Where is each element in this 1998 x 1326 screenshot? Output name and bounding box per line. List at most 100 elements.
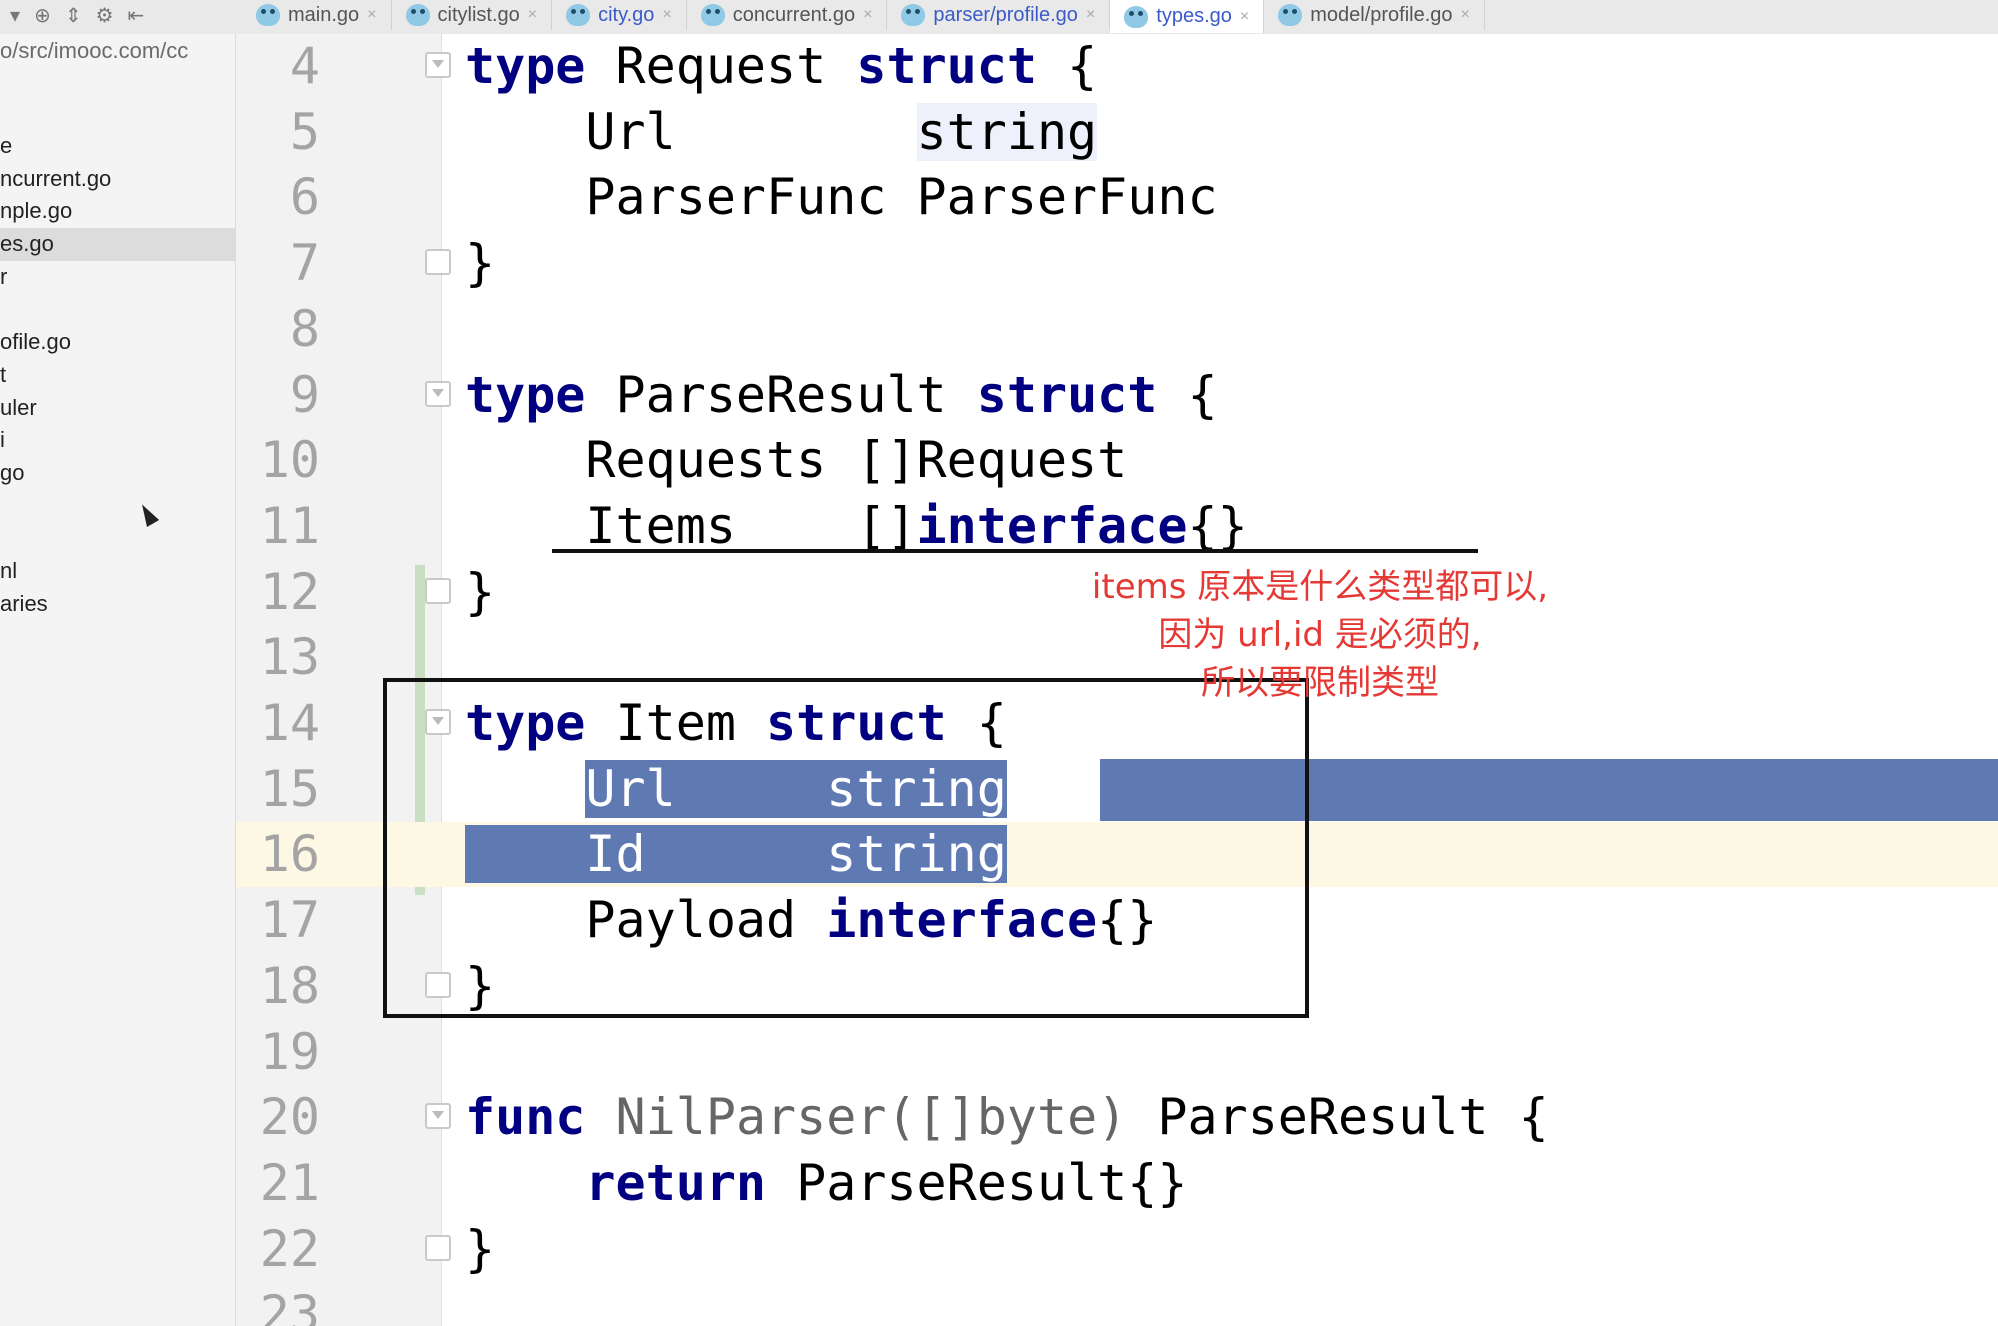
file-tabs: main.go × citylist.go × city.go × concurrent.g… [242,0,1485,34]
tree-item[interactable]: r [0,261,235,294]
code-text: type ParseResult struct { [465,365,1218,424]
fold-open-icon[interactable] [425,1103,451,1130]
dropdown-arrow-icon[interactable]: ▾ [10,4,20,26]
line-number: 7 [289,234,320,293]
line-number: 6 [289,168,320,227]
line-number: 5 [289,102,320,161]
close-icon[interactable]: × [1086,6,1095,24]
tree-item[interactable] [0,490,235,523]
code-line[interactable]: 4 type Request struct { [236,34,1998,99]
close-icon[interactable]: × [662,6,671,24]
code-line[interactable]: 19 [236,1020,1998,1085]
collapse-icon[interactable]: ⇕ [65,4,82,26]
tab-label: types.go [1156,5,1232,27]
code-text: Url string [465,102,1098,161]
tree-item[interactable]: t [0,359,235,392]
line-number: 22 [259,1219,320,1278]
line-number: 11 [259,496,320,555]
code-text: } [465,1219,496,1278]
tab-parser-profile-go[interactable]: parser/profile.go × [887,0,1111,30]
tree-item[interactable]: aries [0,588,235,621]
tab-city-go[interactable]: city.go × [552,0,687,30]
line-number: 20 [259,1088,320,1147]
go-file-icon [700,4,725,26]
line-number: 10 [259,431,320,490]
code-text: } [465,234,496,293]
tab-label: main.go [288,3,360,26]
go-file-icon [1278,4,1303,26]
tree-item[interactable]: uler [0,392,235,425]
line-number: 19 [259,1022,320,1081]
editor-tab-bar: ▾ ⊕ ⇕ ⚙ ⇤ main.go × citylist.go × city.go × co… [0,0,1998,35]
tree-item[interactable]: es.go [0,228,235,261]
annotation-underline [552,549,1478,553]
annotation-line: 因为 url,id 是必须的, [1158,615,1482,655]
annotation-line: 所以要限制类型 [1201,663,1439,703]
close-icon[interactable]: × [863,6,872,24]
tree-item[interactable]: ofile.go [0,326,235,359]
line-number: 17 [259,891,320,950]
target-icon[interactable]: ⊕ [34,4,51,26]
line-number: 15 [259,759,320,818]
tab-label: city.go [598,3,655,26]
close-icon[interactable]: × [1461,6,1470,24]
line-number: 9 [289,365,320,424]
go-file-icon [256,4,280,26]
code-text: type Request struct { [465,37,1098,95]
annotation-line: items 原本是什么类型都可以, [1091,567,1549,607]
tab-main-go[interactable]: main.go × [242,0,392,30]
tab-model-profile-go[interactable]: model/profile.go × [1264,0,1485,30]
code-line[interactable]: 9 type ParseResult struct { [236,363,1998,428]
line-number: 12 [259,562,320,621]
line-number: 14 [259,694,320,752]
annotation-note: items 原本是什么类型都可以, 因为 url,id 是必须的, 所以要限制类… [1020,563,1620,707]
line-number: 8 [289,299,320,358]
line-number: 23 [259,1285,320,1326]
tab-label: citylist.go [437,3,520,26]
close-icon[interactable]: × [367,6,376,24]
code-line[interactable]: 23 [236,1282,1998,1326]
tree-item[interactable]: nple.go [0,195,235,228]
tree-item[interactable]: go [0,457,235,490]
code-line[interactable]: 5 Url string [236,100,1998,165]
tree-item[interactable] [0,293,235,326]
close-icon[interactable]: × [528,6,537,24]
go-file-icon [901,4,926,26]
tab-types-go[interactable]: types.go × [1110,0,1265,33]
project-sidebar: o/src/imooc.com/cc e ncurrent.go nple.go es… [0,34,236,1326]
code-line[interactable]: 6 ParserFunc ParserFunc [236,165,1998,230]
toolbar-icons: ▾ ⊕ ⇕ ⚙ ⇤ [0,0,246,30]
fold-open-icon[interactable] [425,380,451,407]
project-path: o/src/imooc.com/cc [0,38,189,63]
tab-citylist-go[interactable]: citylist.go × [392,0,553,30]
code-line[interactable]: 22} [236,1217,1998,1282]
tab-label: parser/profile.go [933,3,1078,26]
hide-panel-icon[interactable]: ⇤ [128,4,145,26]
fold-close-icon[interactable] [425,249,451,276]
close-icon[interactable]: × [1240,8,1249,26]
fold-close-icon[interactable] [425,577,451,604]
code-text: Items []interface{} [465,496,1248,555]
code-line[interactable]: 7} [236,231,1998,296]
tree-item[interactable]: ncurrent.go [0,163,235,196]
code-text: func NilParser([]byte) ParseResult { [465,1088,1549,1147]
tab-concurrent-go[interactable]: concurrent.go × [687,0,888,30]
tree-item[interactable] [0,522,235,555]
go-file-icon [1124,5,1149,28]
code-line[interactable]: 20 func NilParser([]byte) ParseResult { [236,1085,1998,1150]
tab-label: concurrent.go [732,3,856,26]
code-line[interactable]: 10 Requests []Request [236,428,1998,493]
go-file-icon [405,4,430,26]
code-line[interactable]: 8 [236,297,1998,362]
tree-item[interactable]: i [0,424,235,457]
annotation-box [383,678,1309,1018]
tree-item[interactable]: nl [0,555,235,588]
fold-close-icon[interactable] [425,1234,451,1261]
fold-open-icon[interactable] [425,52,451,78]
line-number: 16 [259,825,320,884]
tree-item[interactable]: e [0,130,235,163]
code-text: } [465,562,496,621]
code-text: ParserFunc ParserFunc [465,168,1218,227]
gear-icon[interactable]: ⚙ [96,4,114,26]
code-line[interactable]: 21 return ParseResult{} [236,1151,1998,1216]
